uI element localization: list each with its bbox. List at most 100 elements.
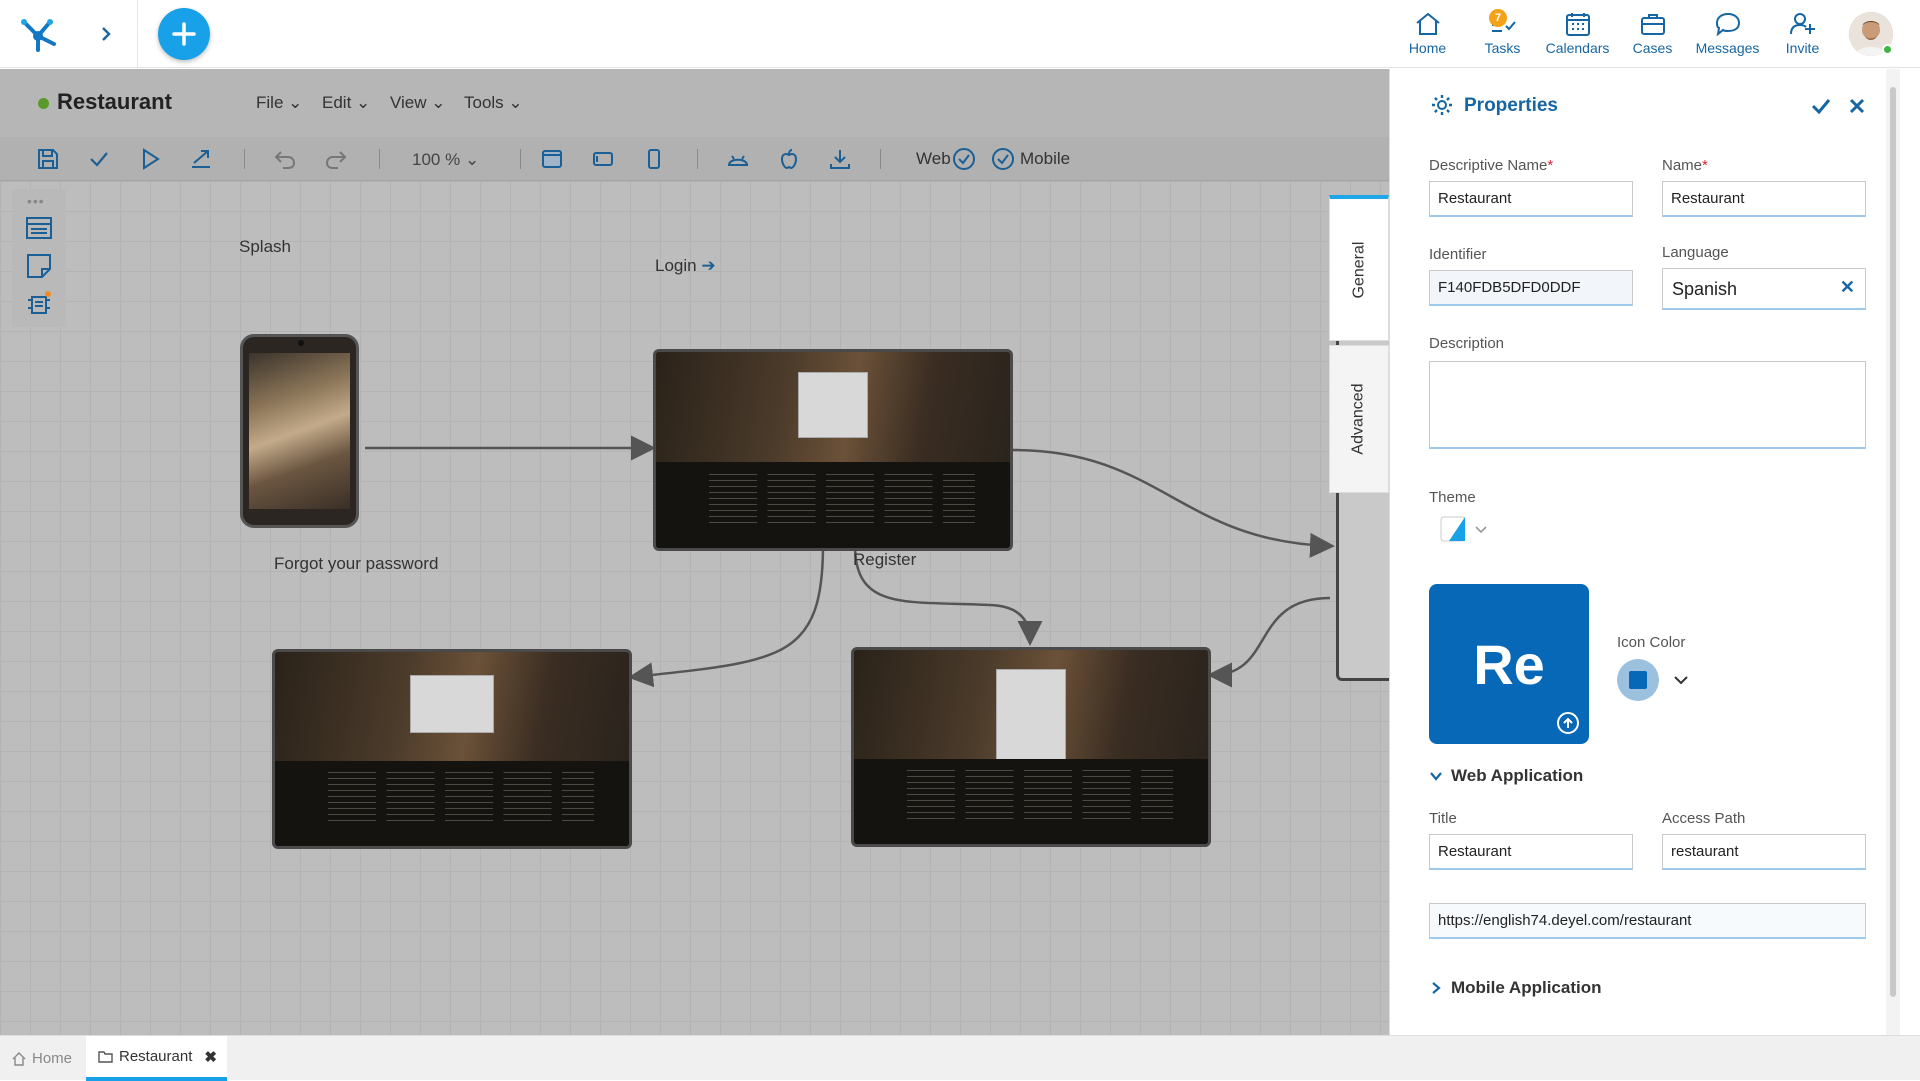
tab-label: Advanced xyxy=(1350,383,1368,455)
nav-home[interactable]: Home xyxy=(1390,0,1465,68)
menu-edit[interactable]: Edit ⌄ xyxy=(322,93,370,113)
nav-cases[interactable]: Cases xyxy=(1615,0,1690,68)
confirm-icon[interactable] xyxy=(1810,95,1832,117)
title-field[interactable] xyxy=(1429,834,1633,870)
upload-icon[interactable] xyxy=(1557,712,1579,734)
web-toggle-label: Web xyxy=(916,149,951,168)
tab-home[interactable]: Home xyxy=(12,1036,72,1081)
forgot-password-screen-node[interactable] xyxy=(272,649,632,849)
icon-color-picker[interactable] xyxy=(1617,659,1689,701)
language-select[interactable]: Spanish ✕ xyxy=(1662,268,1866,310)
gear-icon xyxy=(1430,93,1454,117)
toolbar-divider xyxy=(880,149,881,169)
web-application-section[interactable]: Web Application xyxy=(1429,766,1583,786)
descriptive-name-field[interactable] xyxy=(1429,181,1633,217)
plus-icon xyxy=(172,22,196,46)
undo-icon[interactable] xyxy=(273,147,297,171)
zoom-select[interactable]: 100 % ⌄ xyxy=(412,150,479,170)
access-path-field[interactable] xyxy=(1662,834,1866,870)
name-field[interactable] xyxy=(1662,181,1866,217)
app-logo[interactable] xyxy=(16,12,60,56)
briefcase-icon xyxy=(1638,10,1668,38)
mobile-check-icon[interactable] xyxy=(991,147,1015,171)
top-bar: Home 7 Tasks Calendars Cases Messages In… xyxy=(0,0,1920,68)
tablet-view-icon[interactable] xyxy=(591,147,615,171)
panel-title: Properties xyxy=(1464,95,1558,116)
app-icon-text: Re xyxy=(1473,632,1545,696)
close-tab-icon[interactable]: ✖ xyxy=(204,1048,217,1066)
mobile-view-icon[interactable] xyxy=(642,147,666,171)
theme-swatch-icon xyxy=(1440,516,1466,542)
diagram-canvas[interactable]: ••• Splash Login ➔ Forgot your password … xyxy=(0,181,1389,1035)
web-check-icon[interactable] xyxy=(952,147,976,171)
nav-invite[interactable]: Invite xyxy=(1765,0,1840,68)
save-icon[interactable] xyxy=(36,147,60,171)
toolbar-divider xyxy=(697,149,698,169)
descriptive-name-label: Descriptive Name* xyxy=(1429,157,1553,174)
diagram-title: Restaurant xyxy=(57,89,172,114)
home-icon xyxy=(12,1051,26,1066)
section-title: Mobile Application xyxy=(1451,978,1602,997)
diagram-connectors xyxy=(365,435,1335,688)
scrollbar-thumb[interactable] xyxy=(1890,87,1896,997)
folder-icon xyxy=(98,1050,113,1064)
panel-scrollbar[interactable] xyxy=(1886,69,1900,1035)
nav-messages[interactable]: Messages xyxy=(1690,0,1765,68)
register-screen-node[interactable] xyxy=(851,647,1211,847)
nav-calendars[interactable]: Calendars xyxy=(1540,0,1615,68)
chat-icon xyxy=(1713,10,1743,38)
check-icon[interactable] xyxy=(87,147,111,171)
login-screen-node[interactable] xyxy=(653,349,1013,551)
chevron-down-icon: ⌄ xyxy=(288,93,303,112)
language-label: Language xyxy=(1662,244,1729,261)
apple-icon[interactable] xyxy=(777,147,801,171)
menu-file[interactable]: File ⌄ xyxy=(256,93,302,113)
description-field[interactable] xyxy=(1429,361,1866,449)
android-icon[interactable] xyxy=(726,147,750,171)
diagram-editor: Restaurant File ⌄ Edit ⌄ View ⌄ Tools ⌄ … xyxy=(0,69,1389,1035)
chevron-down-icon xyxy=(1673,672,1689,688)
icon-color-label: Icon Color xyxy=(1617,634,1686,651)
play-icon[interactable] xyxy=(138,147,162,171)
menu-label: View xyxy=(390,93,427,112)
top-navigation: Home 7 Tasks Calendars Cases Messages In… xyxy=(1390,0,1920,68)
identifier-field[interactable] xyxy=(1429,270,1633,306)
avatar[interactable] xyxy=(1846,0,1896,68)
tab-general[interactable]: General xyxy=(1329,195,1389,341)
clear-icon[interactable]: ✕ xyxy=(1840,277,1855,298)
editor-toolbar: 100 % ⌄ Web Mobile xyxy=(0,137,1389,181)
theme-select[interactable] xyxy=(1440,516,1488,542)
chevron-down-icon xyxy=(1429,769,1443,783)
nav-label: Home xyxy=(1408,40,1447,56)
redo-icon[interactable] xyxy=(324,147,348,171)
add-button[interactable] xyxy=(158,8,210,60)
status-dot xyxy=(38,98,49,109)
footer-columns-preview xyxy=(709,473,975,523)
menu-tools[interactable]: Tools ⌄ xyxy=(464,93,523,113)
nav-tasks[interactable]: 7 Tasks xyxy=(1465,0,1540,68)
required-marker: * xyxy=(1702,157,1708,174)
node-label-splash: Splash xyxy=(239,237,291,256)
tab-restaurant[interactable]: Restaurant ✖ xyxy=(86,1036,227,1081)
icon-color-swatch xyxy=(1617,659,1659,701)
node-label-text: Login xyxy=(655,256,697,275)
language-value: Spanish xyxy=(1672,279,1738,299)
publish-icon[interactable] xyxy=(189,147,213,171)
phone-camera xyxy=(298,340,304,346)
tab-label: Restaurant xyxy=(119,1048,193,1065)
close-icon[interactable] xyxy=(1846,95,1868,117)
app-icon-preview[interactable]: Re xyxy=(1429,584,1589,744)
chevron-right-icon[interactable] xyxy=(94,22,118,46)
menu-view[interactable]: View ⌄ xyxy=(390,93,446,113)
url-field[interactable] xyxy=(1429,903,1866,939)
nav-label: Calendars xyxy=(1545,40,1610,56)
tasks-badge: 7 xyxy=(1489,9,1507,27)
tab-advanced[interactable]: Advanced xyxy=(1329,345,1389,493)
chevron-down-icon: ⌄ xyxy=(508,93,523,112)
download-icon[interactable] xyxy=(828,147,852,171)
menu-label: Edit xyxy=(322,93,352,112)
recover-dialog-preview xyxy=(409,675,495,734)
desktop-view-icon[interactable] xyxy=(540,147,564,171)
splash-screen-node[interactable] xyxy=(240,334,359,528)
mobile-application-section[interactable]: Mobile Application xyxy=(1429,978,1601,998)
